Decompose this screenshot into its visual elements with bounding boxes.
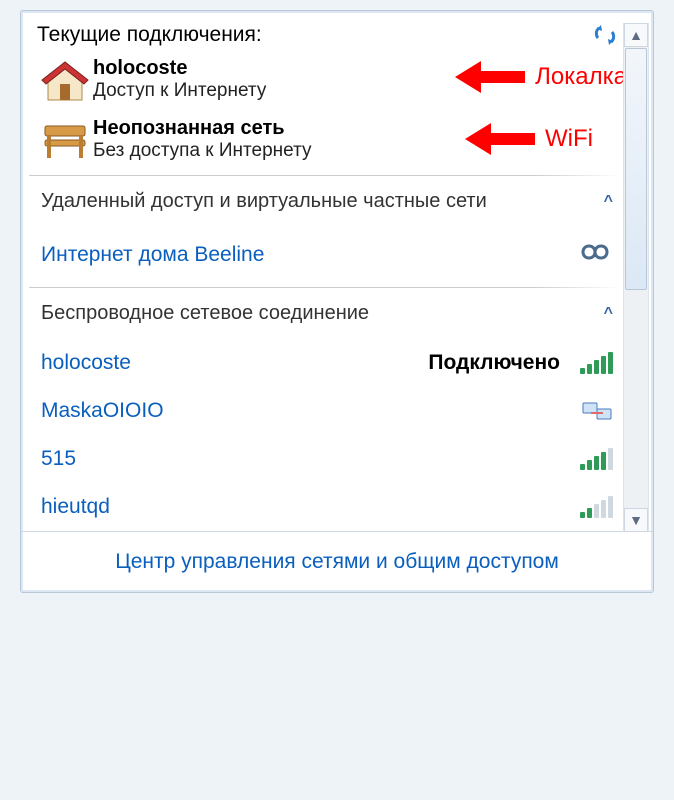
refresh-button[interactable] — [591, 23, 619, 47]
signal-icon — [580, 496, 613, 518]
scroll-down-button[interactable]: ▼ — [624, 508, 648, 532]
content-area: Текущие подключения: — [21, 15, 653, 592]
scroll-track[interactable] — [624, 291, 648, 508]
scroll-thumb[interactable] — [625, 48, 647, 290]
wifi-item[interactable]: 515 — [29, 435, 623, 483]
network-flyout: Текущие подключения: — [20, 10, 654, 593]
vpn-item[interactable]: Интернет дома Beeline — [29, 227, 623, 283]
annotation-label: WiFi — [545, 125, 593, 153]
header-title: Текущие подключения: — [37, 23, 262, 47]
header: Текущие подключения: — [29, 15, 623, 51]
vpn-icon — [579, 241, 613, 269]
section-header[interactable]: Беспроводное сетевое соединение ^ — [41, 302, 613, 325]
wifi-item[interactable]: MaskaOIOIO — [29, 387, 623, 435]
wifi-right — [580, 496, 613, 518]
wifi-name: 515 — [41, 447, 76, 471]
connection-item[interactable]: Неопознанная сеть Без доступа к Интернет… — [29, 111, 623, 171]
wifi-name: MaskaOIOIO — [41, 399, 164, 423]
wifi-right: Подключено — [428, 351, 613, 375]
network-center-link[interactable]: Центр управления сетями и общим доступом — [115, 550, 559, 573]
wifi-status: Подключено — [428, 351, 560, 375]
signal-icon — [580, 448, 613, 470]
house-icon — [37, 57, 93, 105]
bench-icon — [37, 117, 93, 165]
vpn-item-label: Интернет дома Beeline — [41, 243, 264, 267]
inner: Текущие подключения: — [29, 15, 623, 531]
section-title: Беспроводное сетевое соединение — [41, 302, 369, 325]
signal-icon — [580, 352, 613, 374]
refresh-icon — [593, 24, 617, 46]
footer: Центр управления сетями и общим доступом — [21, 531, 653, 592]
section-wifi: Беспроводное сетевое соединение ^ — [29, 288, 623, 339]
wifi-item[interactable]: hieutqd — [29, 483, 623, 531]
wifi-name: holocoste — [41, 351, 131, 375]
wifi-name: hieutqd — [41, 495, 110, 519]
wifi-right — [581, 399, 613, 423]
chevron-up-icon: ^ — [604, 305, 613, 323]
arrow-icon — [465, 126, 535, 152]
chevron-up-icon: ^ — [604, 193, 613, 211]
annotation: WiFi — [465, 125, 593, 153]
arrow-icon — [455, 64, 525, 90]
section-header[interactable]: Удаленный доступ и виртуальные частные с… — [41, 190, 613, 213]
scrollbar[interactable]: ▲ ▼ — [623, 23, 649, 532]
wifi-item[interactable]: holocoste Подключено — [29, 339, 623, 387]
scroll-up-button[interactable]: ▲ — [624, 23, 648, 47]
devices-icon — [581, 399, 613, 423]
section-title: Удаленный доступ и виртуальные частные с… — [41, 190, 487, 213]
annotation: Локалка — [455, 63, 627, 91]
wifi-right — [580, 448, 613, 470]
annotation-label: Локалка — [535, 63, 627, 91]
section-vpn: Удаленный доступ и виртуальные частные с… — [29, 176, 623, 227]
connection-item[interactable]: holocoste Доступ к Интернету Локалка — [29, 51, 623, 111]
